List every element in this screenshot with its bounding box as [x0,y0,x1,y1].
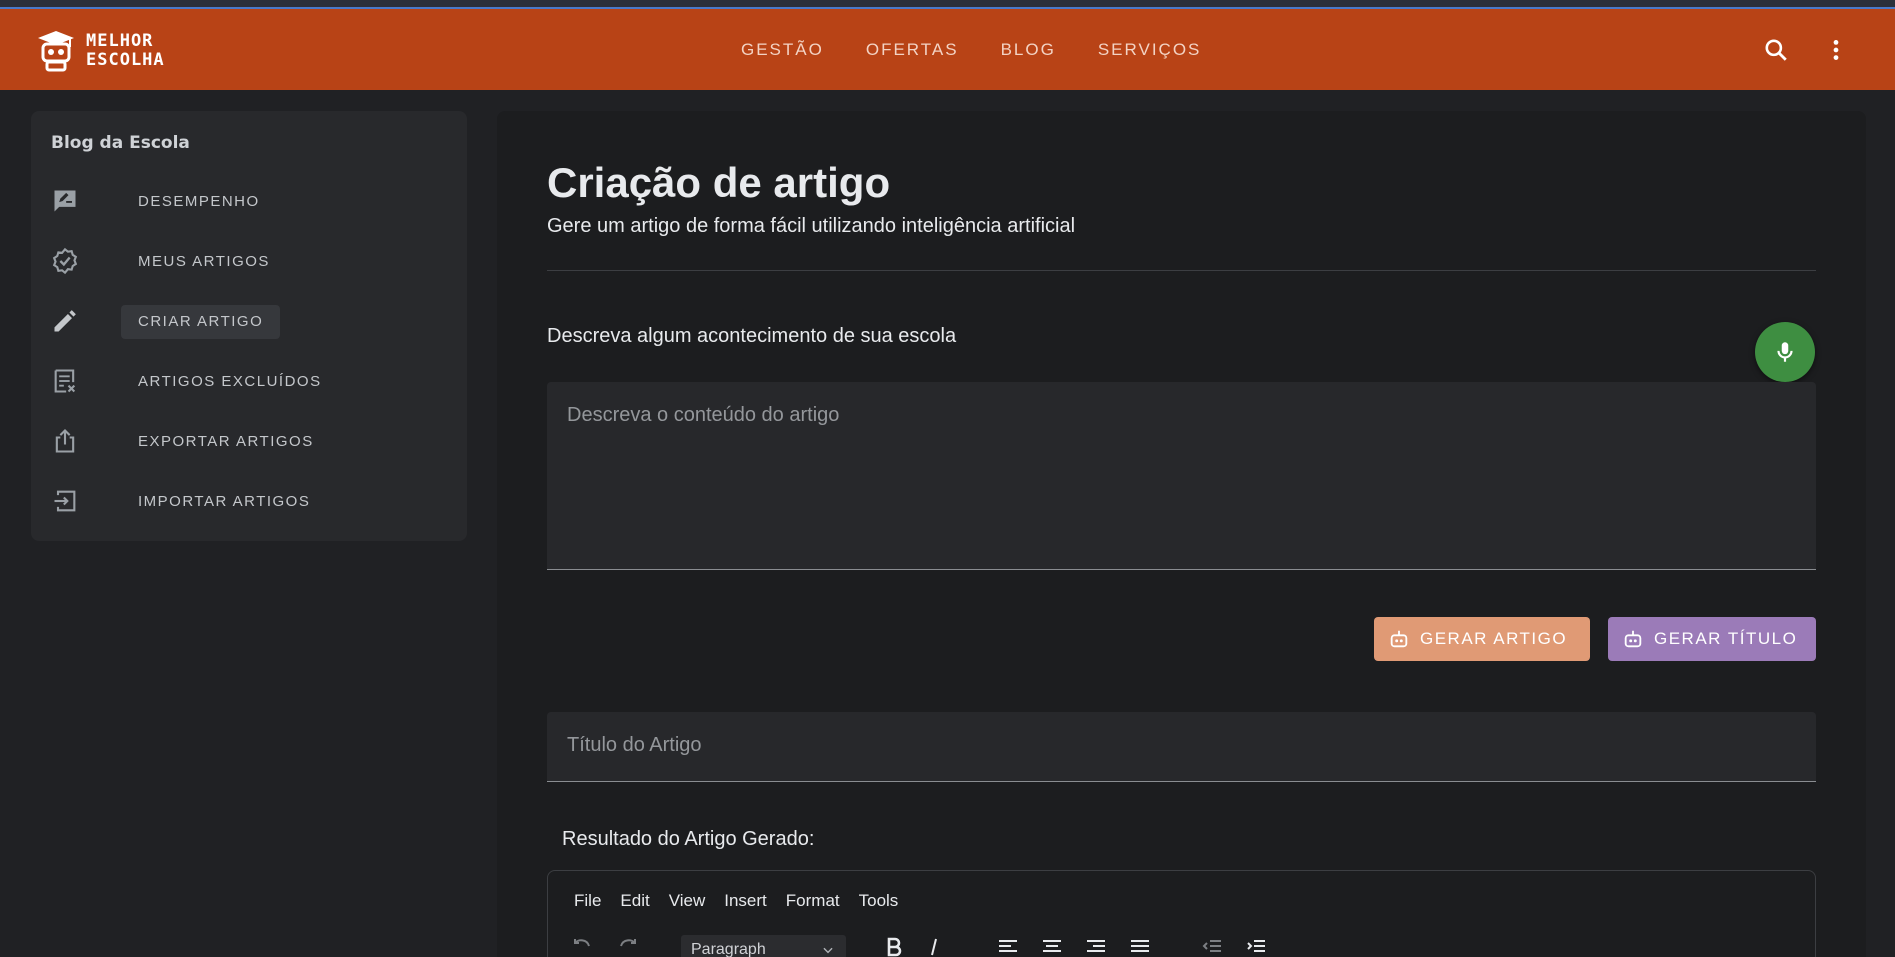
sidebar-item-label: DESEMPENHO [138,193,260,210]
align-right-icon[interactable] [1084,935,1108,957]
sidebar-item-importar-artigos[interactable]: IMPORTAR ARTIGOS [31,475,467,527]
sidebar-item-label: ARTIGOS EXCLUÍDOS [138,373,322,390]
block-format-value: Paragraph [691,941,766,957]
rich-text-editor[interactable]: File Edit View Insert Format Tools Parag… [547,870,1816,957]
nav-ofertas[interactable]: OFERTAS [845,40,980,60]
sidebar-item-desempenho[interactable]: DESEMPENHO [31,175,467,227]
logo-line-1: MELHOR [86,31,154,51]
generate-article-label: GERAR ARTIGO [1420,629,1568,648]
block-format-select[interactable]: Paragraph [681,935,846,957]
bold-icon[interactable] [882,935,906,957]
search-icon[interactable] [1763,37,1789,63]
verified-badge-icon [52,247,78,275]
microphone-icon [1777,342,1793,362]
article-title-placeholder: Título do Artigo [567,734,702,756]
article-title-input[interactable]: Título do Artigo [547,712,1816,782]
menu-view[interactable]: View [669,891,706,911]
pencil-icon [54,310,76,332]
robot-icon [1390,630,1408,648]
align-center-icon[interactable] [1040,935,1064,957]
generate-title-button[interactable]: GERAR TÍTULO [1608,617,1816,661]
top-app-bar: MELHOR ESCOLHA GESTÃO OFERTAS BLOG SERVI… [0,9,1895,90]
sidebar-item-label: IMPORTAR ARTIGOS [138,493,311,510]
share-export-icon [55,429,75,453]
login-import-icon [54,490,76,512]
nav-blog[interactable]: BLOG [980,40,1077,60]
outdent-icon[interactable] [1200,935,1224,957]
align-justify-icon[interactable] [1128,935,1152,957]
undo-icon[interactable] [570,935,594,957]
article-content-input[interactable]: Descreva o conteúdo do artigo [547,382,1816,570]
redo-icon[interactable] [616,935,640,957]
describe-label: Descreva algum acontecimento de sua esco… [547,325,957,347]
nav-gestao[interactable]: GESTÃO [720,40,845,60]
logo-line-2: ESCOLHA [86,50,165,70]
divider [547,270,1816,271]
rate-review-icon [54,190,76,212]
sidebar-item-label: CRIAR ARTIGO [121,305,281,339]
chevron-down-icon [823,947,833,954]
robot-icon [1624,630,1642,648]
article-content-placeholder: Descreva o conteúdo do artigo [567,404,840,426]
menu-tools[interactable]: Tools [859,891,899,911]
align-left-icon[interactable] [996,935,1020,957]
menu-file[interactable]: File [574,891,601,911]
browser-top-strip [0,0,1895,9]
result-label: Resultado do Artigo Gerado: [562,828,815,850]
logo[interactable]: MELHOR ESCOLHA [34,29,165,73]
main-nav: GESTÃO OFERTAS BLOG SERVIÇOS [720,9,1222,90]
menu-edit[interactable]: Edit [620,891,649,911]
sidebar-item-meus-artigos[interactable]: MEUS ARTIGOS [31,235,467,287]
document-remove-icon [54,369,76,393]
main-panel: Criação de artigo Gere um artigo de form… [497,111,1866,957]
sidebar-item-exportar-artigos[interactable]: EXPORTAR ARTIGOS [31,415,467,467]
page-title: Criação de artigo [547,159,891,206]
generate-article-button[interactable]: GERAR ARTIGO [1374,617,1590,661]
robot-graduate-logo-icon [38,31,74,72]
editor-toolbar: Paragraph [570,935,1790,957]
editor-menubar: File Edit View Insert Format Tools [574,891,917,911]
sidebar-item-label: EXPORTAR ARTIGOS [138,433,314,450]
nav-servicos[interactable]: SERVIÇOS [1077,40,1223,60]
sidebar-item-artigos-excluidos[interactable]: ARTIGOS EXCLUÍDOS [31,355,467,407]
menu-insert[interactable]: Insert [724,891,767,911]
sidebar: Blog da Escola DESEMPENHO MEUS ARTIGOS C… [31,111,467,541]
mic-button[interactable] [1755,322,1815,382]
sidebar-item-label: MEUS ARTIGOS [138,253,270,270]
sidebar-item-criar-artigo[interactable]: CRIAR ARTIGO [31,295,467,347]
more-vert-icon[interactable] [1823,37,1849,63]
indent-icon[interactable] [1244,935,1268,957]
generate-title-label: GERAR TÍTULO [1654,629,1798,648]
italic-icon[interactable] [922,935,946,957]
menu-format[interactable]: Format [786,891,840,911]
logo-wordmark: MELHOR ESCOLHA [86,32,165,70]
sidebar-title: Blog da Escola [51,133,190,153]
page-subtitle: Gere um artigo de forma fácil utilizando… [547,215,1076,237]
